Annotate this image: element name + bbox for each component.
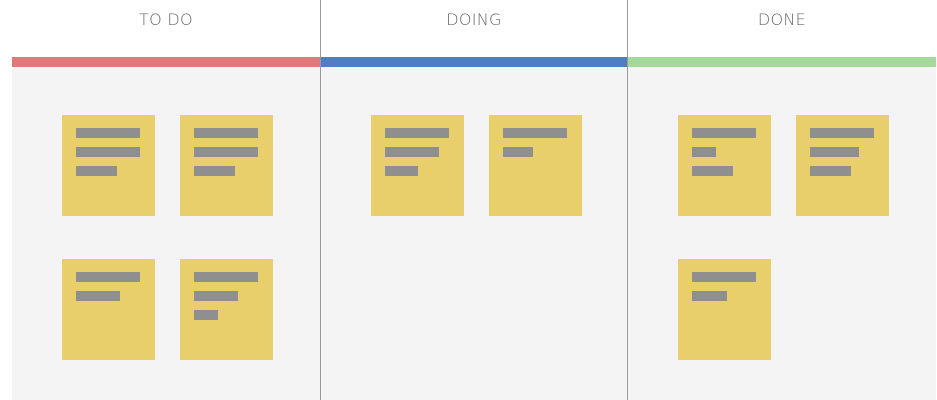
note-text-placeholder (692, 147, 716, 157)
kanban-board: TO DO DOING DONE (12, 0, 936, 400)
note-text-placeholder (194, 166, 235, 176)
note-text-placeholder (76, 147, 140, 157)
note-text-placeholder (810, 128, 874, 138)
sticky-note[interactable] (678, 115, 771, 216)
column-done: DONE (628, 0, 936, 400)
sticky-note[interactable] (796, 115, 889, 216)
note-text-placeholder (692, 128, 756, 138)
note-text-placeholder (810, 166, 851, 176)
note-text-placeholder (76, 128, 140, 138)
note-text-placeholder (194, 128, 258, 138)
column-title: TO DO (139, 10, 193, 29)
sticky-note[interactable] (370, 115, 464, 216)
note-text-placeholder (692, 291, 727, 301)
note-text-placeholder (810, 147, 859, 157)
column-doing: DOING (319, 0, 628, 400)
note-text-placeholder (194, 310, 218, 320)
column-body (12, 67, 320, 400)
note-text-placeholder (384, 147, 439, 157)
sticky-note[interactable] (180, 115, 273, 216)
note-text-placeholder (384, 166, 418, 176)
column-accent-bar (320, 57, 627, 67)
note-text-placeholder (194, 147, 258, 157)
column-title: DONE (757, 10, 807, 29)
sticky-note[interactable] (62, 259, 155, 360)
column-accent-bar (12, 57, 320, 67)
note-text-placeholder (76, 166, 117, 176)
note-text-placeholder (692, 166, 733, 176)
note-text-placeholder (194, 272, 258, 282)
column-body (628, 67, 936, 400)
note-text-placeholder (194, 291, 238, 301)
column-accent-bar (628, 57, 936, 67)
note-text-placeholder (692, 272, 756, 282)
note-text-placeholder (384, 128, 449, 138)
note-text-placeholder (502, 128, 567, 138)
sticky-note[interactable] (488, 115, 582, 216)
column-title: DOING (446, 10, 502, 29)
column-todo: TO DO (12, 0, 320, 400)
sticky-note[interactable] (180, 259, 273, 360)
note-text-placeholder (76, 291, 120, 301)
sticky-note[interactable] (62, 115, 155, 216)
note-text-placeholder (76, 272, 140, 282)
note-text-placeholder (502, 147, 533, 157)
sticky-note[interactable] (678, 259, 771, 360)
